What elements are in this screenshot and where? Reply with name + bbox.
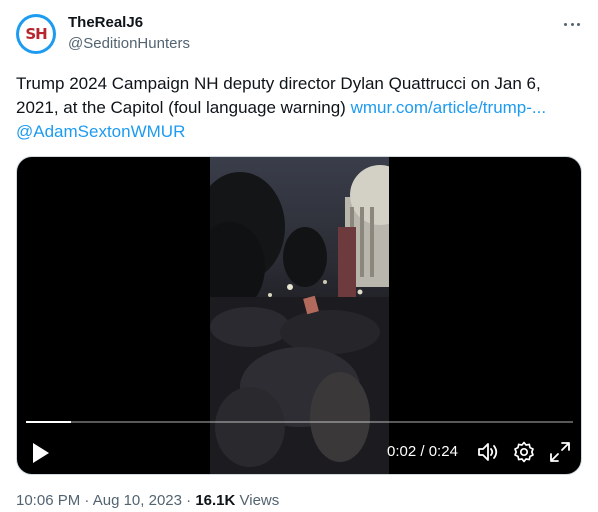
video-player[interactable]: 0:02 / 0:24 <box>16 156 582 475</box>
progress-bar[interactable] <box>26 421 573 423</box>
more-options-icon[interactable] <box>560 14 584 34</box>
meta-separator: · <box>80 492 93 509</box>
author-handle[interactable]: @SeditionHunters <box>68 35 190 52</box>
mention-link[interactable]: @AdamSextonWMUR <box>16 122 185 141</box>
fullscreen-icon[interactable] <box>549 441 571 463</box>
dot <box>564 22 567 26</box>
article-link[interactable]: wmur.com/article/trump-... <box>351 98 547 117</box>
play-icon[interactable] <box>31 442 51 464</box>
volume-icon[interactable] <box>477 441 499 463</box>
tweet-time[interactable]: 10:06 PM <box>16 492 80 509</box>
time-separator: / <box>416 443 429 460</box>
author-display-name[interactable]: TheRealJ6 <box>68 14 143 31</box>
meta-separator: · <box>181 492 196 509</box>
avatar-logo: SH <box>19 17 53 51</box>
dot <box>570 22 574 26</box>
tweet-text: Trump 2024 Campaign NH deputy director D… <box>16 72 582 144</box>
elapsed-time: 0:02 <box>387 443 417 460</box>
views-count: 16.1K <box>195 492 236 509</box>
tweet-date[interactable]: Aug 10, 2023 <box>93 492 182 509</box>
settings-icon[interactable] <box>513 441 535 463</box>
video-time: 0:02 / 0:24 <box>387 443 458 460</box>
dot <box>577 22 580 26</box>
tweet-meta: 10:06 PM · Aug 10, 2023 · 16.1K Views <box>16 492 279 509</box>
views-label: Views <box>235 492 280 509</box>
total-duration: 0:24 <box>428 443 458 460</box>
tweet-card: SH TheRealJ6 @SeditionHunters Trump 2024… <box>0 0 598 512</box>
video-frame[interactable] <box>210 157 389 474</box>
avatar[interactable]: SH <box>16 14 56 54</box>
progress-fill <box>26 421 72 423</box>
